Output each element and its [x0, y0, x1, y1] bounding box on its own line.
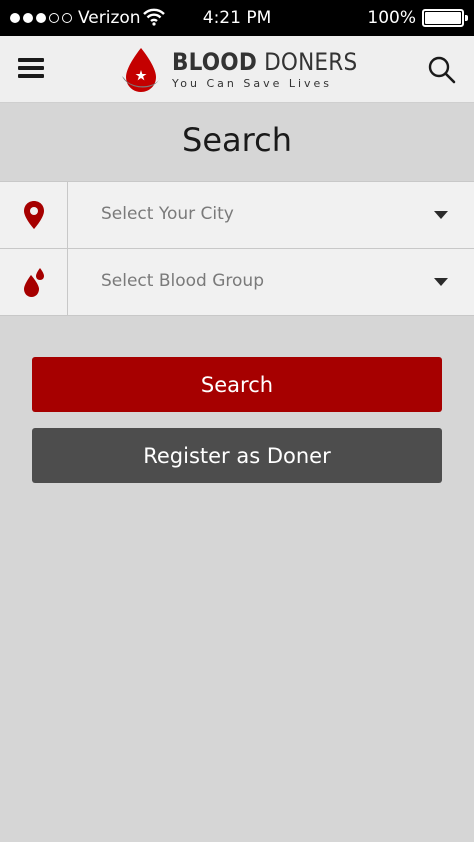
- title-bar: Search: [0, 103, 474, 181]
- battery-percent: 100%: [367, 8, 416, 28]
- blood-group-select[interactable]: Select Blood Group: [0, 249, 474, 316]
- page-title: Search: [182, 121, 292, 159]
- battery-status: 100%: [367, 8, 468, 28]
- search-icon[interactable]: [428, 56, 456, 84]
- location-pin-icon: [0, 182, 68, 248]
- search-form: Select Your City Select Blood Group: [0, 181, 474, 316]
- search-button[interactable]: Search: [32, 357, 442, 412]
- blood-group-select-placeholder: Select Blood Group: [101, 271, 264, 291]
- app-header: BLOOD DONERS You Can Save Lives: [0, 36, 474, 103]
- battery-icon: [422, 9, 468, 27]
- status-bar: Verizon 4:21 PM 100%: [0, 0, 474, 36]
- app-logo: BLOOD DONERS You Can Save Lives: [120, 44, 360, 96]
- chevron-down-icon: [434, 278, 448, 286]
- chevron-down-icon: [434, 211, 448, 219]
- city-select-placeholder: Select Your City: [101, 204, 234, 224]
- city-select[interactable]: Select Your City: [0, 181, 474, 249]
- brand-tagline: You Can Save Lives: [172, 77, 333, 90]
- blood-drops-icon: [0, 249, 68, 315]
- register-donor-button[interactable]: Register as Doner: [32, 428, 442, 483]
- brand-name: BLOOD DONERS: [172, 48, 358, 76]
- blood-drop-logo-icon: [122, 48, 160, 92]
- hamburger-menu-icon[interactable]: [18, 58, 44, 80]
